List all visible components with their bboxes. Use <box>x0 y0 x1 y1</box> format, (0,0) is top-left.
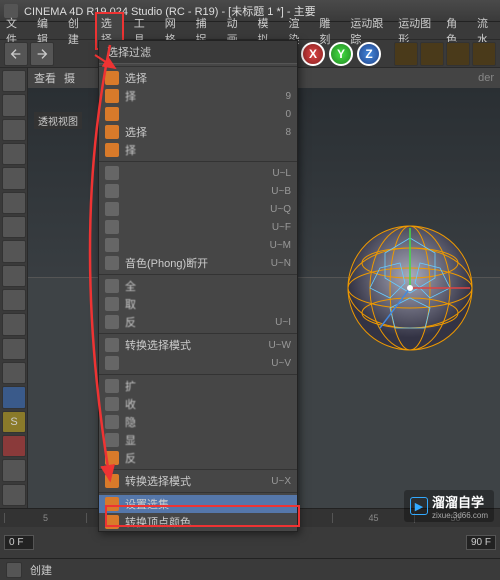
tool-blank3[interactable] <box>2 338 26 360</box>
convert-icon <box>105 474 119 488</box>
axis-x-button[interactable]: X <box>301 42 325 66</box>
tool-point[interactable] <box>2 265 26 287</box>
dd-item-set-selection[interactable]: 设置选集 <box>99 495 297 513</box>
render-button-4[interactable] <box>472 42 496 66</box>
selection-set-icon <box>105 497 119 511</box>
grid-icon[interactable] <box>6 562 22 578</box>
show-icon <box>105 433 119 447</box>
connected-icon <box>105 356 119 370</box>
tl-tick: 45 <box>332 513 414 523</box>
select-icon <box>105 143 119 157</box>
tool-move[interactable] <box>2 94 26 116</box>
dd-item-hide[interactable]: 隐 <box>99 413 297 431</box>
tl-tick: 5 <box>4 513 86 523</box>
vertex-color-icon <box>105 515 119 529</box>
render-button-3[interactable] <box>446 42 470 66</box>
dd-item-all[interactable]: 全 <box>99 277 297 295</box>
vp-render-hint: der <box>478 72 494 84</box>
path-icon <box>105 238 119 252</box>
tool-blank1[interactable] <box>2 143 26 165</box>
dd-item-invert[interactable]: 反U~I <box>99 313 297 331</box>
play-icon: ▶ <box>410 497 428 515</box>
tool-model[interactable] <box>2 192 26 214</box>
watermark-url: zixue.3d66.com <box>432 511 488 520</box>
redo-button[interactable] <box>30 42 54 66</box>
tool-s-button[interactable]: S <box>2 411 26 433</box>
axis-y-button[interactable]: Y <box>329 42 353 66</box>
watermark: ▶ 溜溜自学 zixue.3d66.com <box>404 490 494 522</box>
tool-globe[interactable] <box>2 119 26 141</box>
dd-item-connected[interactable]: U~V <box>99 354 297 372</box>
menu-create[interactable]: 创建 <box>64 14 89 48</box>
tool-axis[interactable] <box>2 362 26 384</box>
dd-item-select5[interactable]: 择 <box>99 141 297 159</box>
timeline-start-field[interactable]: 0 F <box>4 535 34 550</box>
select-icon <box>105 71 119 85</box>
tool-mouse[interactable] <box>2 386 26 408</box>
tool-cube[interactable] <box>2 167 26 189</box>
sphere-object[interactable] <box>340 218 480 358</box>
dd-item-path[interactable]: U~M <box>99 236 297 254</box>
render-button-1[interactable] <box>394 42 418 66</box>
phong-icon <box>105 256 119 270</box>
bottombar: 创建 <box>0 558 500 580</box>
dd-item-select4[interactable]: 选择8 <box>99 123 297 141</box>
all-icon <box>105 279 119 293</box>
dd-item-select2[interactable]: 择9 <box>99 87 297 105</box>
none-icon <box>105 297 119 311</box>
dd-item-fill[interactable]: U~F <box>99 218 297 236</box>
dd-item-none[interactable]: 取 <box>99 295 297 313</box>
select-icon <box>105 89 119 103</box>
select-menu-dropdown: 选择过滤 选择 择9 0 选择8 择 U~L U~B U~Q U~F U~M 音… <box>98 40 298 532</box>
viewport-label: 透视视图 <box>34 112 82 129</box>
watermark-brand: 溜溜自学 <box>432 492 488 511</box>
vp-tab-view[interactable]: 查看 <box>34 70 56 86</box>
dd-filter-header[interactable]: 选择过滤 <box>99 41 297 64</box>
tool-texture[interactable] <box>2 216 26 238</box>
invert-icon <box>105 315 119 329</box>
timeline-end-field[interactable]: 90 F <box>466 535 496 550</box>
dd-item-convert-mode[interactable]: 转换选择模式U~X <box>99 472 297 490</box>
tool-edge[interactable] <box>2 289 26 311</box>
dd-item-phong[interactable]: 音色(Phong)断开U~N <box>99 254 297 272</box>
hide-icon <box>105 415 119 429</box>
menubar: 文件 编辑 创建 选择 工具 网格 捕捉 动画 模拟 渲染 雕刻 运动跟踪 运动… <box>0 22 500 40</box>
convert-icon <box>105 338 119 352</box>
undo-button[interactable] <box>4 42 28 66</box>
tool-workplane[interactable] <box>2 459 26 481</box>
grow-icon <box>105 379 119 393</box>
shrink-icon <box>105 397 119 411</box>
left-toolbar: S <box>0 68 28 508</box>
select-icon <box>105 107 119 121</box>
tool-blank2[interactable] <box>2 240 26 262</box>
vp-tab-camera[interactable]: 摄 <box>64 70 75 86</box>
outline-icon <box>105 202 119 216</box>
dd-item-shrink[interactable]: 收 <box>99 395 297 413</box>
dd-item-loop[interactable]: U~L <box>99 164 297 182</box>
dd-item-vertex-color[interactable]: 转换顶点颜色 <box>99 513 297 531</box>
fill-icon <box>105 220 119 234</box>
ring-icon <box>105 184 119 198</box>
render-button-2[interactable] <box>420 42 444 66</box>
dd-item-outline[interactable]: U~Q <box>99 200 297 218</box>
dd-item-convert[interactable]: 转换选择模式U~W <box>99 336 297 354</box>
dd-item-ring[interactable]: U~B <box>99 182 297 200</box>
tool-polygon[interactable] <box>2 313 26 335</box>
invert-icon <box>105 451 119 465</box>
dd-item-show[interactable]: 显 <box>99 431 297 449</box>
select-icon <box>105 125 119 139</box>
axis-z-button[interactable]: Z <box>357 42 381 66</box>
tool-magnet[interactable] <box>2 435 26 457</box>
loop-icon <box>105 166 119 180</box>
dd-item-select1[interactable]: 选择 <box>99 69 297 87</box>
dd-item-grow[interactable]: 扩 <box>99 377 297 395</box>
mode-label: 创建 <box>30 562 52 578</box>
dd-item-select3[interactable]: 0 <box>99 105 297 123</box>
tool-locked[interactable] <box>2 484 26 506</box>
dd-item-invert2[interactable]: 反 <box>99 449 297 467</box>
tool-live-select[interactable] <box>2 70 26 92</box>
